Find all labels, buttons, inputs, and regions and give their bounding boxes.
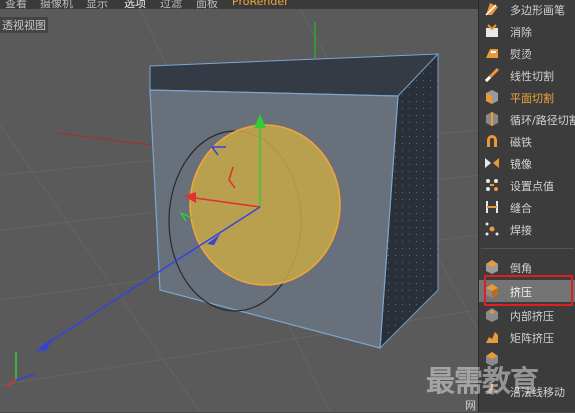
viewport-3d[interactable]: 透视视图 [0,9,478,412]
menu-item-prorender[interactable]: ProRender [232,0,289,8]
tool-label: 多边形画笔 [510,4,565,17]
viewport-label: 透视视图 [0,17,48,33]
tool-label: 倒角 [510,262,532,275]
tool-loop-cut[interactable]: 循环/路径切割 [479,108,575,130]
dissolve-icon [486,24,498,37]
tool-label: 内部挤压 [510,310,554,323]
tool-separator [481,248,574,249]
watermark: 最需教育 [426,364,539,398]
tool-label: 磁铁 [510,136,532,149]
tool-iron[interactable]: 熨烫 [479,42,575,64]
modeling-tools-panel: 多边形画笔 消除 熨烫 线性切割 平面切割 循环/路径切割 磁铁 镜像 设置点值… [478,0,575,412]
tool-set-point-value[interactable]: 设置点值 [479,174,575,196]
tool-highlight-box [484,275,573,306]
world-x-axis [57,132,151,146]
line-cut-icon [484,67,500,83]
stitch-icon [486,201,498,213]
tool-polygon-pen[interactable]: 多边形画笔 [479,0,575,20]
gizmo-z-arrow[interactable] [36,338,52,351]
tool-line-cut[interactable]: 线性切割 [479,64,575,86]
triad-z [15,373,37,381]
tool-dissolve[interactable]: 消除 [479,20,575,42]
menu-bar: 查看 摄像机 显示 选项 过滤 面板 ProRender [0,0,478,9]
tool-stitch[interactable]: 缝合 [479,196,575,218]
tool-extrude-inner[interactable]: 内部挤压 [479,304,575,326]
menu-item-display[interactable]: 显示 [86,0,108,9]
tool-label: 线性切割 [510,70,554,83]
weld-icon [485,222,499,236]
tool-label: 熨烫 [510,48,532,61]
tool-weld[interactable]: 焊接 [479,218,575,240]
menu-item-camera[interactable]: 摄像机 [40,0,73,9]
tool-label: 焊接 [510,224,532,237]
plane-cut-icon [486,90,498,104]
iron-icon [486,49,498,58]
menu-item-view[interactable]: 查看 [5,0,27,9]
matrix-extrude-icon [486,332,498,343]
magnet-icon [487,135,497,147]
tool-mirror[interactable]: 镜像 [479,152,575,174]
tool-label: 矩阵挤压 [510,332,554,345]
loop-cut-icon [486,112,498,126]
tool-label: 消除 [510,26,532,39]
tool-label: 缝合 [510,202,532,215]
cube-top-face[interactable] [149,53,440,97]
tool-label: 设置点值 [510,180,554,193]
tool-plane-cut[interactable]: 平面切割 [479,86,575,108]
tool-matrix-extrude[interactable]: 矩阵挤压 [479,326,575,348]
bevel-icon [486,260,498,274]
menu-item-filter[interactable]: 过滤 [160,0,182,9]
selected-polygon-disc[interactable] [189,124,341,286]
polygon-pen-icon [485,3,498,16]
tool-label: 镜像 [510,158,532,171]
viewport-scene [0,9,478,412]
extrude-inner-icon [486,308,498,322]
tool-label: 循环/路径切割 [510,114,575,127]
set-point-value-icon [486,179,498,191]
menu-item-options[interactable]: 选项 [124,0,146,9]
tool-label: 平面切割 [510,92,554,105]
mirror-icon [485,158,499,168]
menu-item-panel[interactable]: 面板 [196,0,218,9]
tool-magnet[interactable]: 磁铁 [479,130,575,152]
